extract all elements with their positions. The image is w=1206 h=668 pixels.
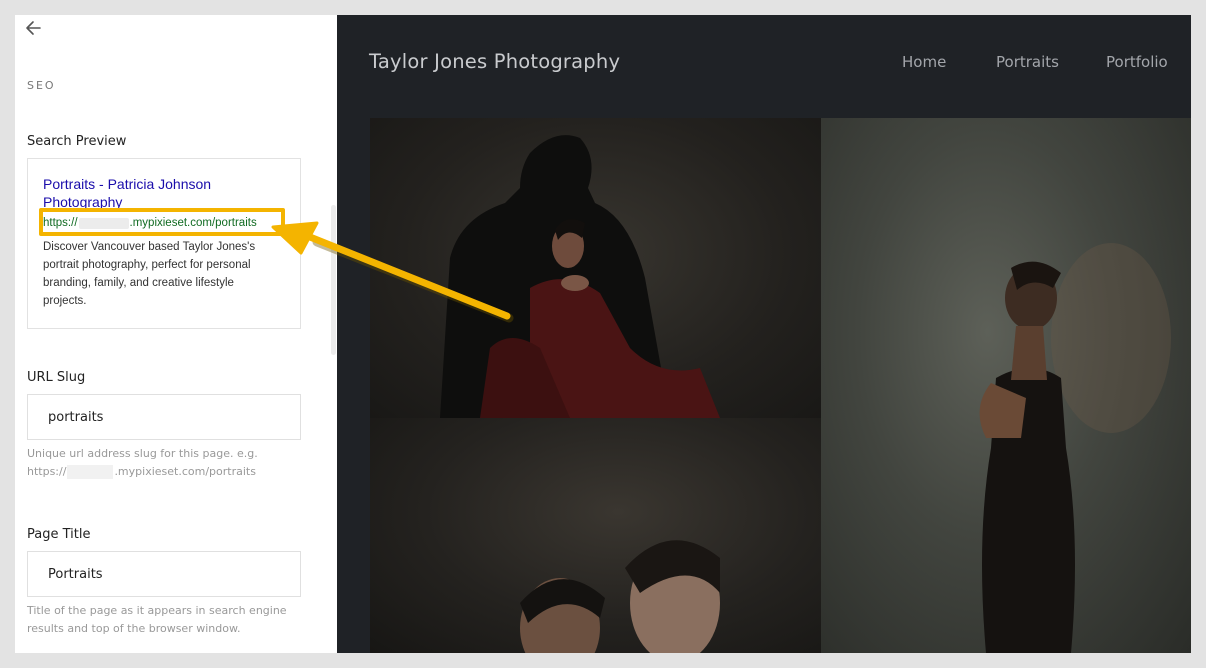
nav-portfolio[interactable]: Portfolio: [1106, 53, 1168, 71]
url-slug-help: Unique url address slug for this page. e…: [27, 445, 267, 481]
panel-scrollbar[interactable]: [331, 205, 336, 355]
site-title[interactable]: Taylor Jones Photography: [369, 50, 620, 73]
redacted-subdomain: [67, 465, 114, 479]
page-title-heading: Page Title: [27, 527, 91, 542]
site-preview: Taylor Jones Photography Home Portraits …: [337, 15, 1191, 653]
seo-settings-panel: SEO Search Preview Portraits - Patricia …: [15, 15, 337, 653]
search-preview-heading: Search Preview: [27, 134, 127, 149]
nav-home[interactable]: Home: [902, 53, 946, 71]
page-title-help: Title of the page as it appears in searc…: [27, 604, 287, 635]
help-url-suffix: .mypixieset.com/portraits: [114, 465, 256, 478]
search-preview-card: Portraits - Patricia Johnson Photography…: [27, 158, 301, 329]
page-title-input[interactable]: Portraits: [27, 551, 301, 597]
preview-description: Discover Vancouver based Taylor Jones's …: [43, 241, 256, 307]
redacted-subdomain: [78, 217, 129, 229]
section-label: SEO: [27, 79, 56, 92]
preview-url: https:// .mypixieset.com/portraits: [43, 217, 257, 229]
url-slug-help-line: Unique url address slug for this page. e…: [27, 447, 258, 460]
portrait-photo-couple[interactable]: [370, 118, 821, 418]
preview-url-suffix: .mypixieset.com/portraits: [129, 217, 257, 229]
app-frame: SEO Search Preview Portraits - Patricia …: [15, 15, 1191, 653]
nav-portraits[interactable]: Portraits: [996, 53, 1059, 71]
preview-title: Portraits - Patricia Johnson Photography: [43, 176, 212, 209]
back-arrow-icon[interactable]: [23, 17, 45, 39]
url-slug-input[interactable]: portraits: [27, 394, 301, 440]
preview-url-prefix: https://: [43, 217, 78, 229]
portrait-photo-pair[interactable]: [370, 418, 821, 653]
help-url-prefix: https://: [27, 465, 67, 478]
url-slug-heading: URL Slug: [27, 370, 86, 385]
portrait-photo-woman[interactable]: [821, 118, 1191, 653]
url-slug-help-url: https:// .mypixieset.com/portraits: [27, 463, 267, 481]
